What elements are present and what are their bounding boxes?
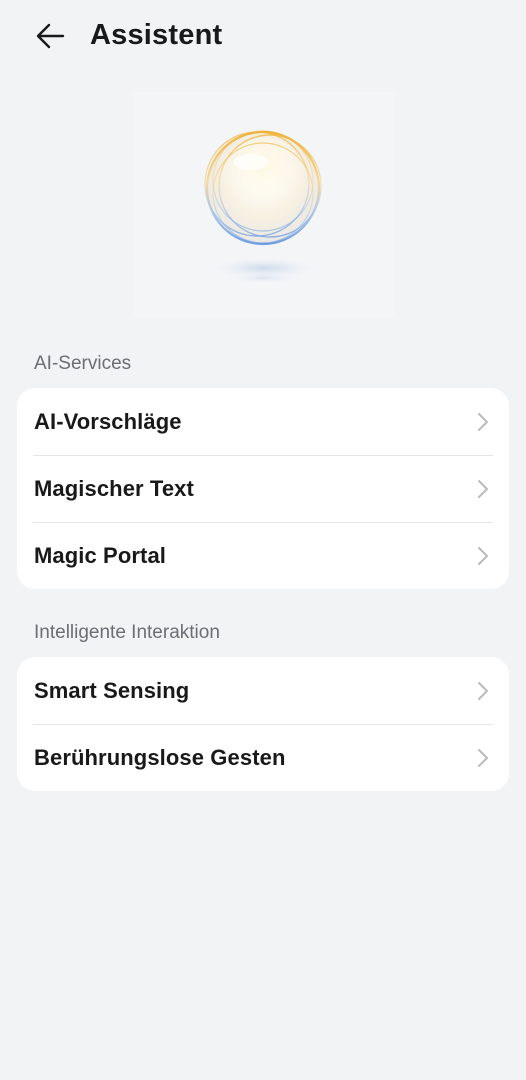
list-item-label: Magischer Text — [34, 475, 194, 501]
top-app-bar: Assistent — [0, 0, 526, 72]
section-header-ai-services: AI-Services — [34, 353, 132, 374]
chevron-right-icon — [478, 681, 488, 700]
list-item-label: Magic Portal — [34, 542, 167, 568]
intelligente-interaktion-card: Smart Sensing Berührungslose Gesten — [17, 657, 509, 791]
assistant-orb-illustration — [133, 92, 395, 318]
chevron-right-icon — [478, 546, 488, 565]
ai-services-card: AI-Vorschläge Magischer Text Magic Porta… — [17, 388, 509, 589]
list-item-beruehrungslose-gesten[interactable]: Berührungslose Gesten — [17, 724, 509, 791]
list-item-smart-sensing[interactable]: Smart Sensing — [17, 657, 509, 724]
list-item-ai-vorschlaege[interactable]: AI-Vorschläge — [17, 388, 509, 455]
chevron-right-icon — [478, 412, 488, 431]
list-item-magischer-text[interactable]: Magischer Text — [17, 455, 509, 522]
list-item-label: AI-Vorschläge — [34, 408, 182, 434]
chevron-right-icon — [478, 748, 488, 767]
section-header-intelligente-interaktion: Intelligente Interaktion — [34, 622, 220, 643]
back-button[interactable] — [30, 16, 70, 56]
arrow-left-icon — [36, 23, 65, 49]
list-item-label: Berührungslose Gesten — [34, 744, 286, 770]
list-item-magic-portal[interactable]: Magic Portal — [17, 522, 509, 589]
chevron-right-icon — [478, 479, 488, 498]
list-item-label: Smart Sensing — [34, 677, 190, 703]
page-title: Assistent — [90, 19, 223, 51]
